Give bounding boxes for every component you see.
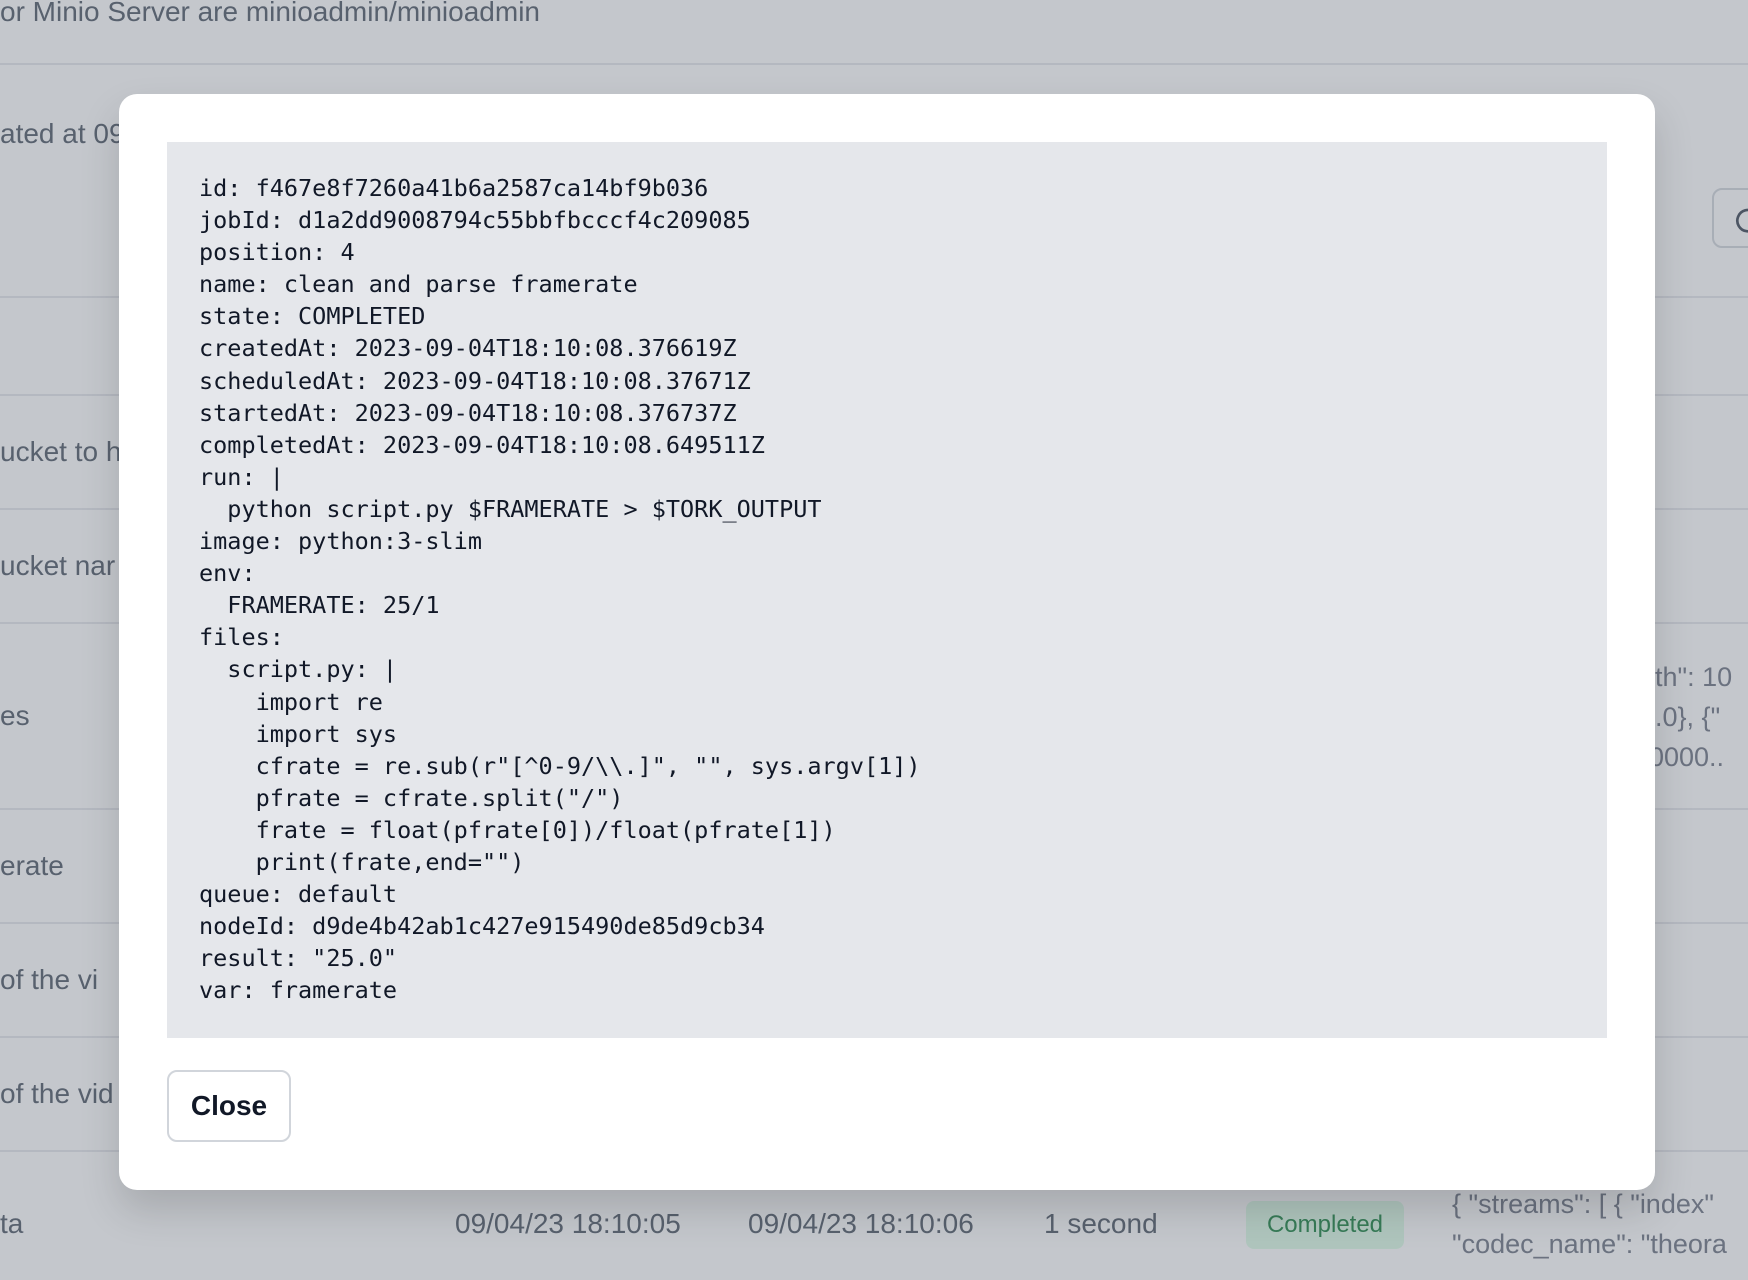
task-details-modal: id: f467e8f7260a41b6a2587ca14bf9b036 job… [119, 94, 1655, 1190]
task-yaml-text: id: f467e8f7260a41b6a2587ca14bf9b036 job… [199, 174, 921, 1005]
close-button[interactable]: Close [167, 1070, 291, 1142]
page: or Minio Server are minioadmin/minioadmi… [0, 0, 1748, 1280]
task-yaml-block: id: f467e8f7260a41b6a2587ca14bf9b036 job… [167, 142, 1607, 1038]
